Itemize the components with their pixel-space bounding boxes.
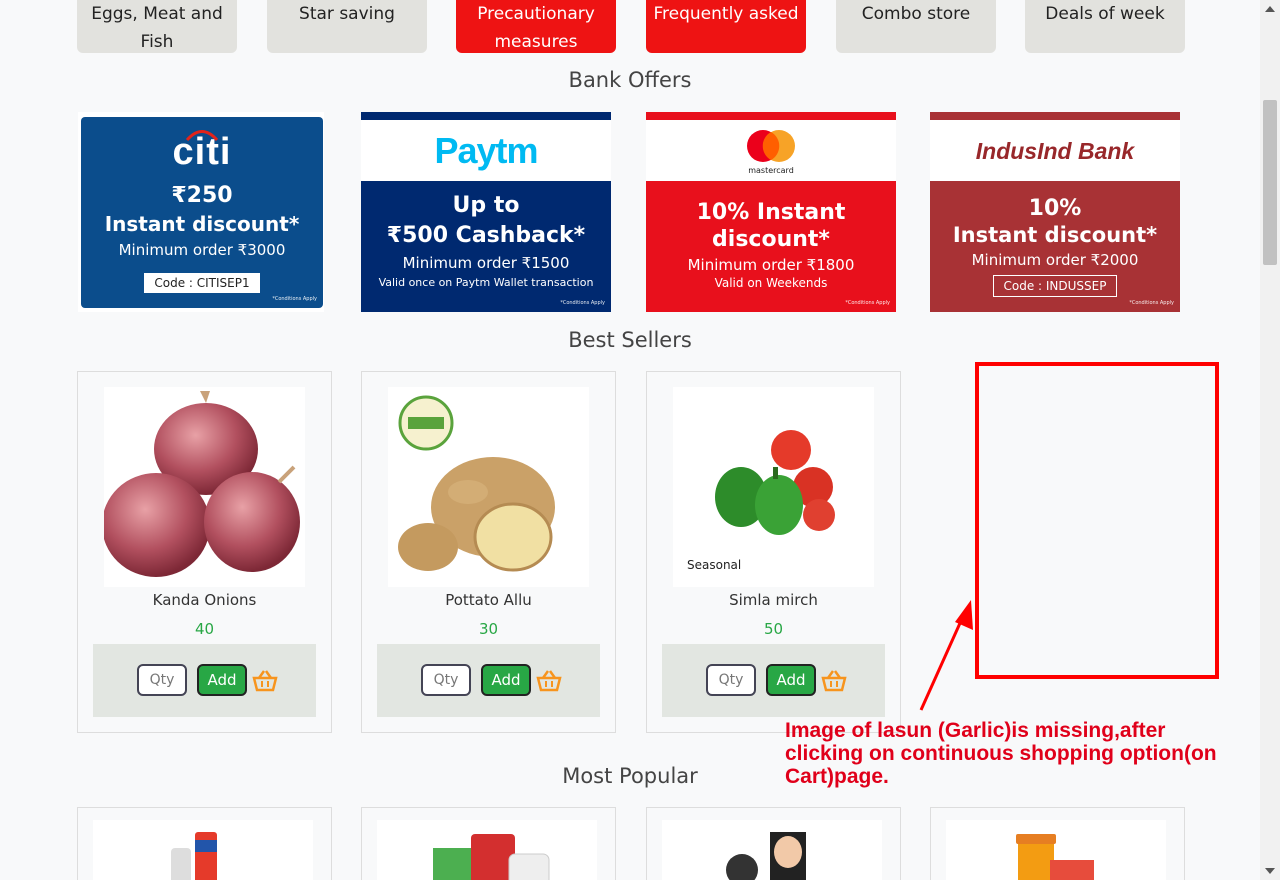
paytm-note: *Conditions Apply (560, 300, 605, 306)
annotation-line: Image of lasun (Garlic)is missing,after (785, 719, 1166, 742)
mastercard-wordmark: mastercard (748, 166, 794, 175)
popular-product-image[interactable] (377, 820, 597, 880)
popular-product-image[interactable] (662, 820, 882, 880)
scroll-up-arrow-icon[interactable] (1265, 6, 1275, 12)
mastercard-extra: Valid on Weekends (714, 276, 828, 290)
category-label-line: measures (494, 32, 578, 52)
category-row: Eggs, Meat and Fish Star saving Precauti… (77, 0, 1185, 53)
bank-offers-title: Bank Offers (568, 68, 692, 92)
paytm-headline-2: ₹500 Cashback* (386, 223, 586, 248)
add-button[interactable]: Add (481, 664, 531, 696)
mastercard-headline-1: 10% Instant (696, 200, 846, 225)
scroll-down-arrow-icon[interactable] (1265, 868, 1275, 874)
category-precautionary-measures-button[interactable]: Precautionary measures (456, 0, 616, 53)
mastercard-note: *Conditions Apply (845, 300, 890, 306)
category-frequently-asked-button[interactable]: Frequently asked (646, 0, 806, 53)
popular-card (930, 807, 1185, 880)
capsicum-image[interactable]: Seasonal (673, 387, 874, 587)
mastercard-offer-banner[interactable]: mastercard 10% Instant discount* Minimum… (646, 112, 896, 312)
indusind-headline-1: 10% (1028, 196, 1082, 221)
mastercard-logo-icon (747, 130, 795, 162)
product-card-simla-mirch: Seasonal Simla mirch 50 Qty Add (646, 371, 901, 733)
product-actions: Qty Add (662, 644, 885, 717)
page: Eggs, Meat and Fish Star saving Precauti… (0, 0, 1260, 880)
qty-input[interactable]: Qty (706, 664, 756, 696)
annotation-arrow-icon (919, 600, 973, 711)
category-label-line: Eggs, Meat and (91, 4, 223, 24)
category-label-line: Star saving (299, 4, 395, 24)
product-price: 50 (763, 620, 784, 638)
citi-min-order: Minimum order ₹3000 (118, 241, 286, 259)
qty-input[interactable]: Qty (137, 664, 187, 696)
onion-image[interactable] (104, 387, 305, 587)
product-name: Pottato Allu (445, 591, 532, 609)
citi-headline: Instant discount* (104, 212, 300, 236)
potato-image[interactable] (388, 387, 589, 587)
basket-icon[interactable] (820, 668, 848, 692)
indusind-min-order: Minimum order ₹2000 (971, 251, 1139, 269)
popular-product-image[interactable] (946, 820, 1166, 880)
category-label-line: Fish (140, 32, 174, 52)
annotation-line: clicking on continuous shopping option(o… (785, 742, 1217, 765)
popular-card (361, 807, 616, 880)
popular-product-image[interactable] (93, 820, 313, 880)
indusind-note: *Conditions Apply (1129, 300, 1174, 306)
citi-offer-banner[interactable]: citi ₹250 Instant discount* Minimum orde… (78, 112, 324, 312)
category-combo-store-button[interactable]: Combo store (836, 0, 996, 53)
paytm-min-order: Minimum order ₹1500 (402, 254, 570, 272)
mastercard-headline-2: discount* (712, 227, 830, 252)
product-price: 30 (478, 620, 499, 638)
product-actions: Qty Add (93, 644, 316, 717)
popular-card (646, 807, 901, 880)
category-label-line: Combo store (861, 4, 971, 24)
citi-arc-icon (185, 130, 219, 141)
product-name: Simla mirch (729, 591, 818, 609)
add-button[interactable]: Add (197, 664, 247, 696)
category-label-line: Deals of week (1045, 4, 1165, 24)
category-eggs-meat-fish-button[interactable]: Eggs, Meat and Fish (77, 0, 237, 53)
indusind-headline-2: Instant discount* (952, 223, 1158, 247)
product-actions: Qty Add (377, 644, 600, 717)
indusind-code: Code : INDUSSEP (992, 275, 1118, 297)
qty-input[interactable]: Qty (421, 664, 471, 696)
product-card-kanda-onions: Kanda Onions 40 Qty Add (77, 371, 332, 733)
citi-note: *Conditions Apply (272, 296, 317, 302)
paytm-offer-banner[interactable]: Paytm Up to ₹500 Cashback* Minimum order… (361, 112, 611, 312)
mastercard-min-order: Minimum order ₹1800 (687, 256, 855, 274)
popular-card (77, 807, 332, 880)
indusind-logo: IndusInd Bank (975, 138, 1135, 164)
product-name: Kanda Onions (152, 591, 257, 609)
basket-icon[interactable] (535, 668, 563, 692)
basket-icon[interactable] (251, 668, 279, 692)
vertical-scrollbar[interactable] (1260, 0, 1280, 880)
paytm-logo: Paytm (434, 130, 538, 171)
add-button[interactable]: Add (766, 664, 816, 696)
product-price: 40 (194, 620, 215, 638)
product-card-pottato-allu: Pottato Allu 30 Qty Add (361, 371, 616, 733)
citi-logo: citi (81, 130, 323, 174)
best-sellers-title: Best Sellers (568, 328, 692, 352)
category-label-line: Frequently asked (653, 4, 799, 24)
missing-image-highlight-box (975, 362, 1219, 679)
indusind-offer-banner[interactable]: IndusInd Bank 10% Instant discount* Mini… (930, 112, 1180, 312)
scrollbar-thumb[interactable] (1263, 100, 1277, 265)
most-popular-title: Most Popular (562, 764, 698, 788)
category-star-saving-button[interactable]: Star saving (267, 0, 427, 53)
category-label-line: Precautionary (477, 4, 595, 24)
citi-amount: ₹250 (171, 183, 233, 208)
seasonal-label: Seasonal (687, 558, 742, 572)
paytm-headline-1: Up to (452, 193, 520, 218)
category-deals-of-week-button[interactable]: Deals of week (1025, 0, 1185, 53)
paytm-extra: Valid once on Paytm Wallet transaction (378, 276, 594, 289)
citi-code: Code : CITISEP1 (144, 273, 260, 293)
